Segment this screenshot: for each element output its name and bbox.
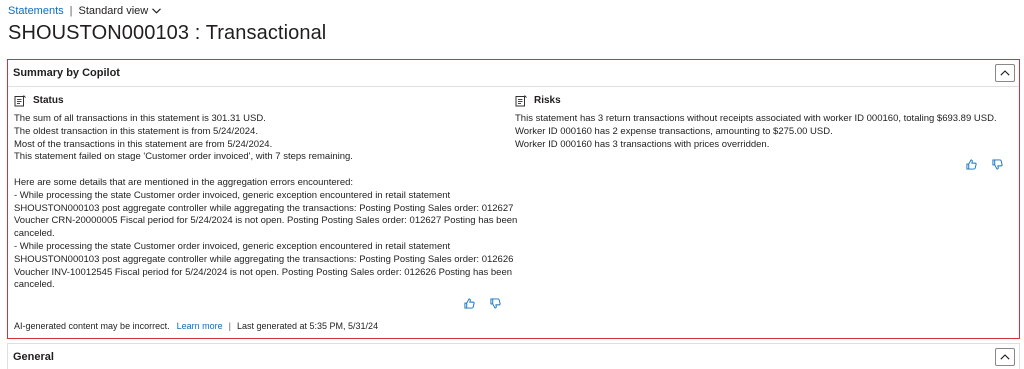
thumbs-down-icon[interactable]	[992, 159, 1003, 170]
status-line: canceled.	[14, 228, 55, 240]
risks-section: Risks This statement has 3 return transa…	[515, 94, 1015, 151]
risks-feedback	[966, 159, 1003, 170]
status-title: Status	[33, 94, 64, 106]
status-line: The sum of all transactions in this stat…	[14, 113, 266, 124]
status-line: This statement failed on stage 'Customer…	[14, 151, 353, 163]
status-line: SHOUSTON000103 post aggregate controller…	[14, 253, 514, 265]
status-line: Most of the transactions in this stateme…	[14, 138, 273, 150]
page-title: SHOUSTON000103 : Transactional	[8, 22, 327, 44]
status-line: Here are some details that are mentioned…	[14, 176, 354, 188]
chevron-up-icon	[1000, 70, 1010, 76]
summary-card-header[interactable]: Summary by Copilot	[8, 60, 1019, 87]
learn-more-link[interactable]: Learn more	[177, 321, 223, 331]
summary-by-copilot-card: Summary by Copilot Status The sum of all…	[7, 59, 1020, 339]
breadcrumb: Statements | Standard view	[8, 3, 162, 19]
status-line: The oldest transaction in this statement…	[14, 125, 258, 137]
document-edit-icon	[14, 95, 26, 107]
last-generated-text: Last generated at 5:35 PM, 5/31/24	[236, 321, 379, 331]
breadcrumb-separator: |	[69, 5, 73, 17]
view-selector-label: Standard view	[78, 5, 149, 17]
status-line: - While processing the state Customer or…	[14, 240, 451, 252]
status-line: - While processing the state Customer or…	[14, 189, 451, 201]
thumbs-up-icon[interactable]	[464, 298, 475, 309]
risk-line: Worker ID 000160 has 3 transactions with…	[515, 138, 770, 150]
document-edit-icon	[515, 95, 527, 107]
footer-separator: |	[228, 321, 231, 331]
thumbs-down-icon[interactable]	[490, 298, 501, 309]
status-line: canceled.	[14, 279, 55, 291]
general-card-header[interactable]: General	[7, 343, 1020, 369]
risk-line: This statement has 3 return transactions…	[515, 113, 997, 124]
status-line: Voucher CRN-20000005 Fiscal period for 5…	[14, 215, 518, 227]
risks-title: Risks	[534, 94, 561, 106]
summary-card-title: Summary by Copilot	[13, 67, 120, 79]
status-feedback	[464, 298, 501, 309]
status-line-blank	[14, 164, 509, 177]
breadcrumb-statements-link[interactable]: Statements	[8, 5, 64, 17]
status-section: Status The sum of all transactions in th…	[14, 94, 518, 292]
status-line: Voucher INV-10012545 Fiscal period for 5…	[14, 266, 513, 278]
status-line: SHOUSTON000103 post aggregate controller…	[14, 202, 514, 214]
chevron-down-icon	[152, 8, 162, 14]
collapse-button[interactable]	[995, 64, 1015, 82]
general-card-title: General	[13, 350, 54, 363]
general-collapse-button[interactable]	[995, 347, 1015, 366]
view-selector[interactable]: Standard view	[79, 5, 162, 17]
ai-disclaimer-text: AI-generated content may be incorrect.	[14, 321, 170, 331]
chevron-up-icon	[1000, 353, 1010, 360]
ai-disclaimer-footer: AI-generated content may be incorrect. L…	[14, 321, 378, 331]
thumbs-up-icon[interactable]	[966, 159, 977, 170]
risk-line: Worker ID 000160 has 2 expense transacti…	[515, 125, 833, 137]
